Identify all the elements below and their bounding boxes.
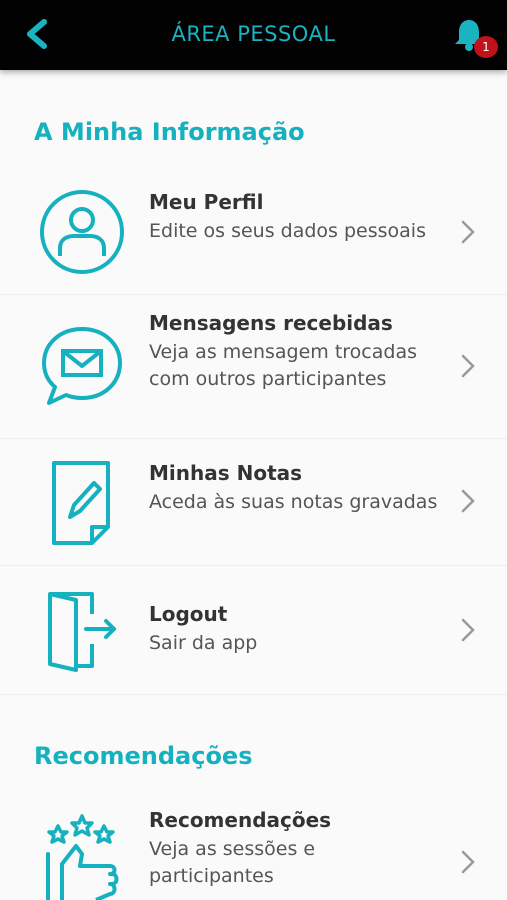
section-title-recommendations: Recomendações: [34, 742, 253, 770]
message-bubble-icon: [42, 327, 122, 405]
item-description: Edite os seus dados pessoais: [149, 220, 426, 242]
notes-pencil-icon: [52, 461, 110, 545]
item-description: Sair da app: [149, 632, 258, 654]
section-title-my-info: A Minha Informação: [34, 118, 305, 146]
page-title: ÁREA PESSOAL: [171, 22, 336, 46]
chevron-right-icon: [461, 850, 475, 874]
top-bar: ÁREA PESSOAL 1: [0, 0, 507, 70]
item-title: Logout: [149, 602, 228, 626]
notification-badge: 1: [474, 36, 498, 58]
item-description: Aceda às suas notas gravadas: [149, 491, 438, 513]
item-title: Meu Perfil: [149, 190, 264, 214]
profile-icon: [40, 190, 124, 274]
list-item-notes[interactable]: Minhas Notas Aceda às suas notas gravada…: [0, 439, 507, 566]
chevron-right-icon: [461, 489, 475, 513]
thumbs-up-stars-icon: [46, 814, 119, 900]
item-title: Recomendações: [149, 808, 332, 832]
logout-door-icon: [48, 592, 116, 672]
item-title: Mensagens recebidas: [149, 311, 393, 335]
list-item-profile[interactable]: Meu Perfil Edite os seus dados pessoais: [0, 172, 507, 295]
chevron-right-icon: [461, 220, 475, 244]
list-item-recommendations[interactable]: Recomendações Veja as sessões e particip…: [0, 796, 507, 900]
list-item-messages[interactable]: Mensagens recebidas Veja as mensagem tro…: [0, 295, 507, 439]
chevron-right-icon: [461, 354, 475, 378]
list-item-logout[interactable]: Logout Sair da app: [0, 566, 507, 695]
chevron-right-icon: [461, 618, 475, 642]
item-description: Veja as sessões e participantes: [149, 838, 316, 887]
item-description: Veja as mensagem trocadas com outros par…: [149, 341, 417, 390]
item-title: Minhas Notas: [149, 461, 303, 485]
